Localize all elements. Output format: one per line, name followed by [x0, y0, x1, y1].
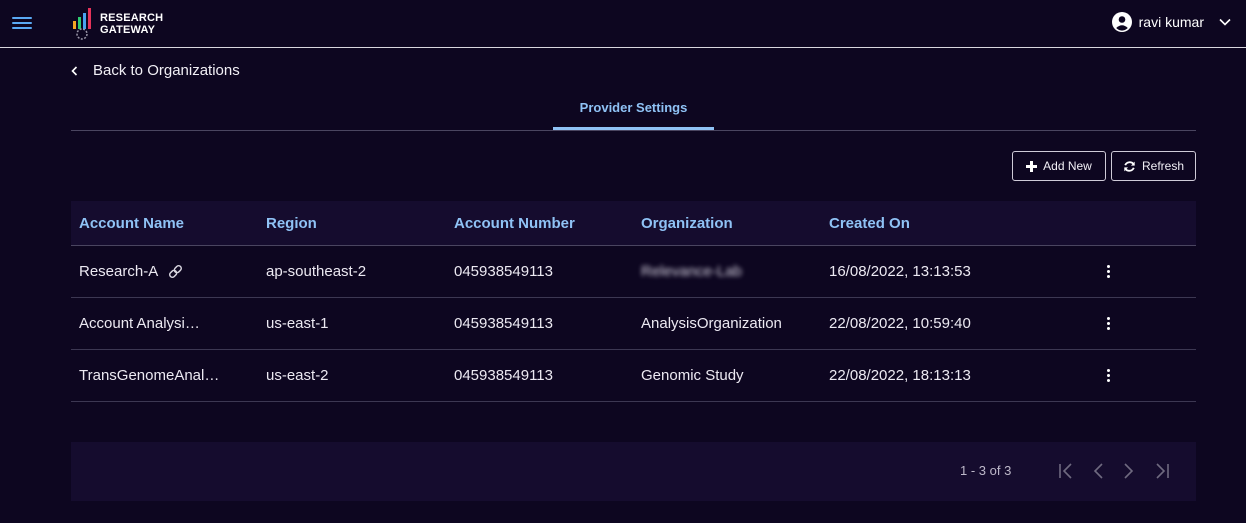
organization-cell: Relevance-Lab — [641, 263, 742, 280]
column-header-organization[interactable]: Organization — [633, 215, 821, 232]
pagination-bar: 1 - 3 of 3 — [71, 442, 1196, 501]
actions-cell — [1076, 314, 1196, 334]
account-number-cell: 045938549113 — [454, 315, 553, 332]
organization-cell: AnalysisOrganization — [641, 315, 782, 332]
tab-provider-settings[interactable]: Provider Settings — [553, 88, 714, 130]
back-to-organizations-link[interactable]: Back to Organizations — [70, 62, 240, 79]
chevron-left-icon — [71, 65, 78, 76]
logo[interactable]: RESEARCH GATEWAY — [72, 6, 163, 42]
logo-text-line1: RESEARCH — [100, 12, 164, 24]
table-row[interactable]: Research-A ap-southeast-2 045938549113 R… — [71, 246, 1196, 298]
first-page-icon[interactable] — [1056, 460, 1076, 482]
region-cell: us-east-2 — [266, 367, 329, 384]
actions-cell — [1076, 366, 1196, 386]
created-on-cell: 22/08/2022, 18:13:13 — [829, 367, 971, 384]
back-label: Back to Organizations — [93, 62, 240, 79]
account-name-cell: TransGenomeAnal… — [79, 367, 220, 384]
account-number-cell: 045938549113 — [454, 263, 553, 280]
add-new-label: Add New — [1043, 159, 1092, 173]
user-avatar-icon — [1111, 12, 1132, 32]
more-vertical-icon[interactable] — [1098, 314, 1118, 334]
add-new-button[interactable]: Add New — [1012, 151, 1106, 181]
chevron-down-icon[interactable] — [1218, 15, 1232, 29]
next-page-icon[interactable] — [1118, 460, 1138, 482]
previous-page-icon[interactable] — [1089, 460, 1109, 482]
top-bar: RESEARCH GATEWAY ravi kumar — [0, 0, 1246, 48]
column-header-region[interactable]: Region — [258, 215, 446, 232]
menu-icon[interactable] — [12, 14, 32, 32]
plus-icon — [1026, 160, 1038, 172]
accounts-table: Account Name Region Account Number Organ… — [71, 201, 1196, 402]
refresh-icon — [1124, 160, 1135, 172]
actions-cell — [1076, 262, 1196, 282]
account-name-cell: Research-A — [71, 263, 258, 280]
region-cell: us-east-1 — [266, 315, 329, 332]
account-name-cell: Account Analysi… — [79, 315, 200, 332]
logo-icon — [73, 8, 91, 40]
table-row[interactable]: TransGenomeAnal… us-east-2 045938549113 … — [71, 350, 1196, 402]
created-on-cell: 22/08/2022, 10:59:40 — [829, 315, 971, 332]
column-header-account-number[interactable]: Account Number — [446, 215, 633, 232]
pagination-range: 1 - 3 of 3 — [960, 463, 1012, 478]
more-vertical-icon[interactable] — [1098, 262, 1118, 282]
account-name: Research-A — [79, 263, 159, 280]
column-header-created-on[interactable]: Created On — [821, 215, 1076, 232]
account-number-cell: 045938549113 — [454, 367, 553, 384]
last-page-icon[interactable] — [1152, 460, 1172, 482]
organization-cell: Genomic Study — [641, 367, 744, 384]
column-header-account-name[interactable]: Account Name — [71, 215, 258, 232]
refresh-button[interactable]: Refresh — [1111, 151, 1196, 181]
logo-text-line2: GATEWAY — [100, 24, 156, 36]
user-name: ravi kumar — [1138, 14, 1204, 30]
more-vertical-icon[interactable] — [1098, 366, 1118, 386]
user-menu[interactable]: ravi kumar — [1111, 10, 1232, 34]
region-cell: ap-southeast-2 — [266, 263, 367, 280]
created-on-cell: 16/08/2022, 13:13:53 — [829, 263, 971, 280]
table-row[interactable]: Account Analysi… us-east-1 045938549113 … — [71, 298, 1196, 350]
refresh-label: Refresh — [1141, 159, 1185, 173]
tab-bar: Provider Settings — [71, 88, 1196, 131]
link-icon[interactable] — [168, 264, 183, 279]
table-header-row: Account Name Region Account Number Organ… — [71, 201, 1196, 246]
